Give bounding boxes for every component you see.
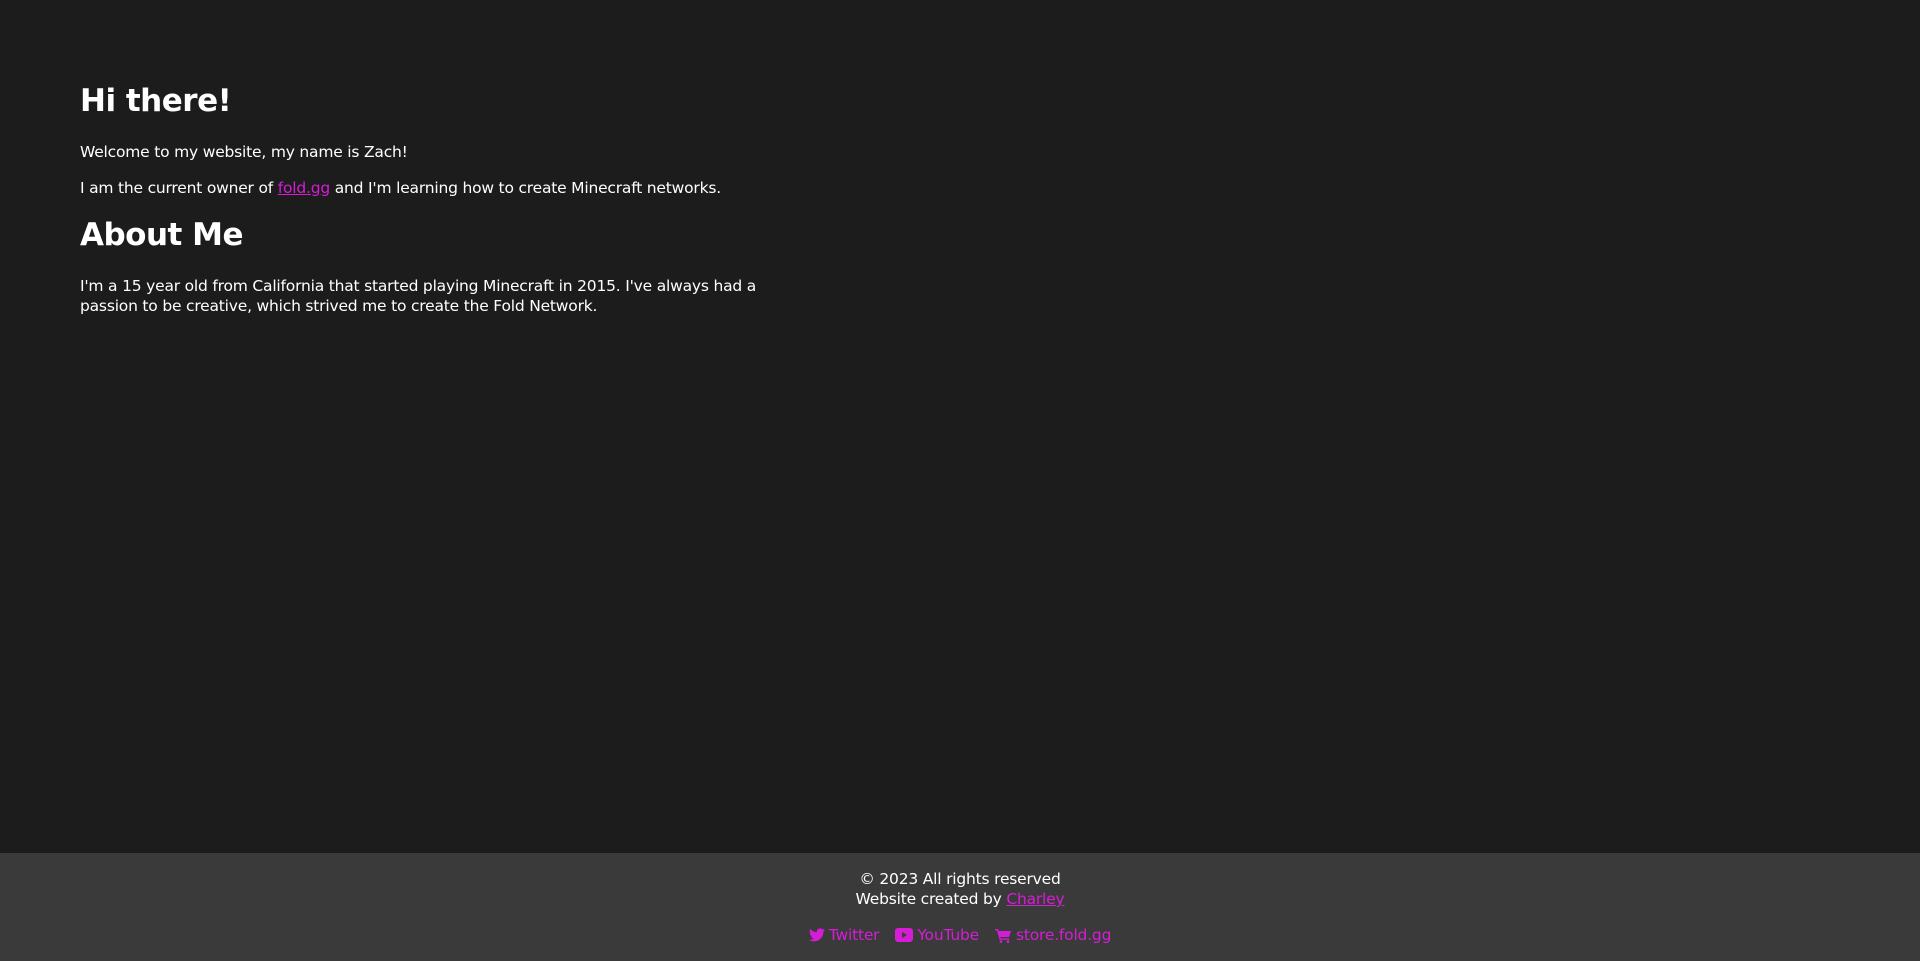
youtube-label: YouTube: [917, 926, 979, 944]
store-link[interactable]: store.fold.gg: [994, 925, 1112, 945]
shopping-cart-icon: [994, 928, 1012, 943]
credit-line: Website created by Charley: [0, 889, 1920, 909]
main-content: Hi there! Welcome to my website, my name…: [80, 80, 780, 316]
youtube-link[interactable]: YouTube: [895, 925, 979, 945]
fold-gg-link[interactable]: fold.gg: [278, 179, 330, 197]
page: Hi there! Welcome to my website, my name…: [0, 0, 1920, 961]
twitter-link[interactable]: Twitter: [808, 925, 880, 945]
footer: © 2023 All rights reserved Website creat…: [0, 853, 1920, 961]
charley-link[interactable]: Charley: [1006, 890, 1064, 908]
twitter-label: Twitter: [828, 926, 880, 944]
credit-text-prefix: Website created by: [855, 890, 1007, 908]
owner-text-prefix: I am the current owner of: [80, 179, 278, 197]
owner-text-suffix: and I'm learning how to create Minecraft…: [330, 179, 721, 197]
about-text: I'm a 15 year old from California that s…: [80, 277, 757, 315]
youtube-icon: [895, 928, 914, 942]
welcome-text: Welcome to my website, my name is Zach!: [80, 143, 408, 161]
twitter-icon: [808, 928, 825, 942]
owner-paragraph: I am the current owner of fold.gg and I'…: [80, 178, 780, 198]
store-label: store.fold.gg: [1015, 926, 1112, 944]
greeting-heading: Hi there!: [80, 83, 232, 119]
about-heading: About Me: [80, 217, 244, 253]
copyright-text: © 2023 All rights reserved: [859, 870, 1061, 888]
social-links: Twitter YouTube store.fold.gg: [0, 925, 1920, 945]
